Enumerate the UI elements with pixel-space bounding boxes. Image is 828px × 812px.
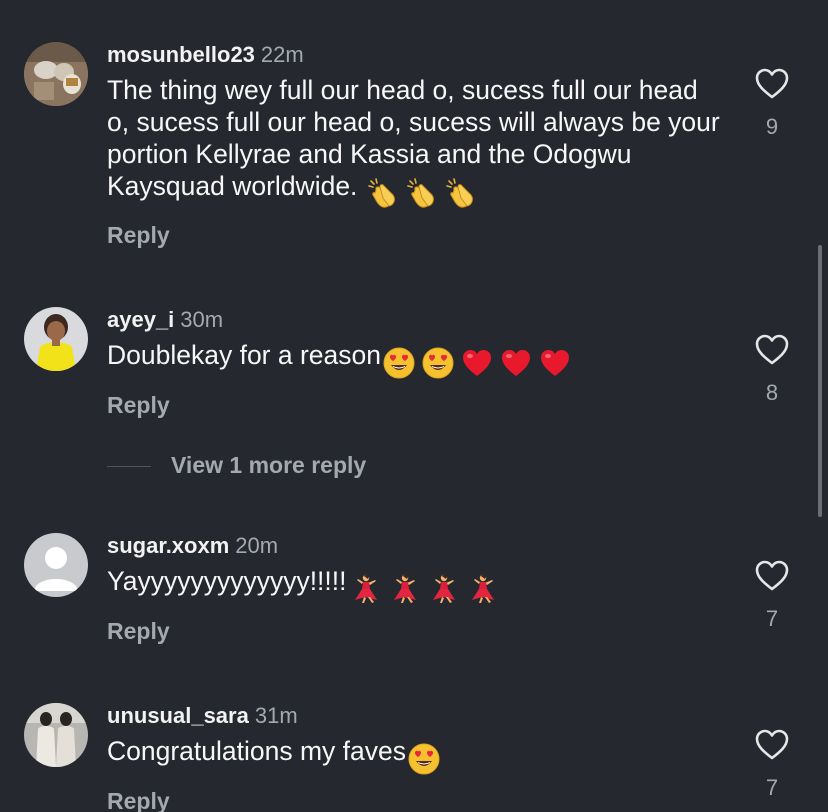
heart-icon[interactable] bbox=[752, 68, 792, 100]
like-count: 9 bbox=[765, 114, 779, 139]
heart-icon[interactable] bbox=[752, 334, 792, 366]
avatar[interactable] bbox=[24, 42, 88, 106]
username[interactable]: mosunbello23 bbox=[107, 42, 255, 67]
like-control: 8 bbox=[752, 334, 792, 406]
like-control: 7 bbox=[752, 729, 792, 801]
comment-body: Congratulations my faves bbox=[107, 736, 407, 766]
emoji-group bbox=[408, 741, 447, 775]
heart-eyes-icon bbox=[408, 743, 440, 775]
username[interactable]: sugar.xoxm bbox=[107, 533, 229, 558]
like-count: 8 bbox=[765, 380, 779, 405]
view-more-label[interactable]: View 1 more reply bbox=[171, 452, 366, 479]
view-more-divider bbox=[107, 466, 151, 467]
timestamp: 31m bbox=[254, 703, 298, 728]
dancer-icon bbox=[427, 573, 459, 605]
reply-button[interactable]: Reply bbox=[107, 222, 170, 249]
reply-button[interactable]: Reply bbox=[107, 788, 170, 812]
emoji-group bbox=[383, 345, 578, 379]
comment-text: Doublekay for a reason bbox=[107, 339, 727, 379]
comment-text: The thing wey full our head o, sucess fu… bbox=[107, 74, 727, 210]
clapping-hands-icon bbox=[367, 178, 399, 210]
clapping-hands-icon bbox=[406, 178, 438, 210]
avatar[interactable] bbox=[24, 703, 88, 767]
comment-body: Yayyyyyyyyyyyyy!!!!! bbox=[107, 566, 347, 596]
reply-button[interactable]: Reply bbox=[107, 618, 170, 645]
comment-text: Yayyyyyyyyyyyyy!!!!! bbox=[107, 565, 727, 605]
comment-meta: mosunbello23 22m bbox=[107, 42, 727, 68]
heart-eyes-icon bbox=[383, 347, 415, 379]
red-heart-icon bbox=[461, 347, 493, 379]
reply-button[interactable]: Reply bbox=[107, 392, 170, 419]
dancer-icon bbox=[466, 573, 498, 605]
comments-list: mosunbello23 22m The thing wey full our h… bbox=[0, 0, 828, 812]
username[interactable]: ayey_i bbox=[107, 307, 174, 332]
comment-meta: sugar.xoxm 20m bbox=[107, 533, 727, 559]
red-heart-icon bbox=[539, 347, 571, 379]
heart-eyes-icon bbox=[422, 347, 454, 379]
timestamp: 20m bbox=[235, 533, 279, 558]
comment-text: Congratulations my faves bbox=[107, 735, 727, 775]
like-count: 7 bbox=[765, 775, 779, 800]
comment-body: Doublekay for a reason bbox=[107, 340, 381, 370]
like-control: 9 bbox=[752, 68, 792, 140]
heart-icon[interactable] bbox=[752, 729, 792, 761]
timestamp: 22m bbox=[260, 42, 304, 67]
timestamp: 30m bbox=[180, 307, 224, 332]
comment-meta: unusual_sara 31m bbox=[107, 703, 727, 729]
scrollbar[interactable] bbox=[818, 245, 822, 517]
heart-icon[interactable] bbox=[752, 560, 792, 592]
comment-meta: ayey_i 30m bbox=[107, 307, 727, 333]
emoji-group bbox=[367, 176, 484, 210]
clapping-hands-icon bbox=[445, 178, 477, 210]
username[interactable]: unusual_sara bbox=[107, 703, 249, 728]
view-more-replies[interactable]: View 1 more reply bbox=[107, 452, 507, 482]
emoji-group bbox=[349, 571, 505, 605]
like-control: 7 bbox=[752, 560, 792, 632]
avatar[interactable] bbox=[24, 533, 88, 597]
dancer-icon bbox=[349, 573, 381, 605]
like-count: 7 bbox=[765, 606, 779, 631]
avatar[interactable] bbox=[24, 307, 88, 371]
red-heart-icon bbox=[500, 347, 532, 379]
dancer-icon bbox=[388, 573, 420, 605]
